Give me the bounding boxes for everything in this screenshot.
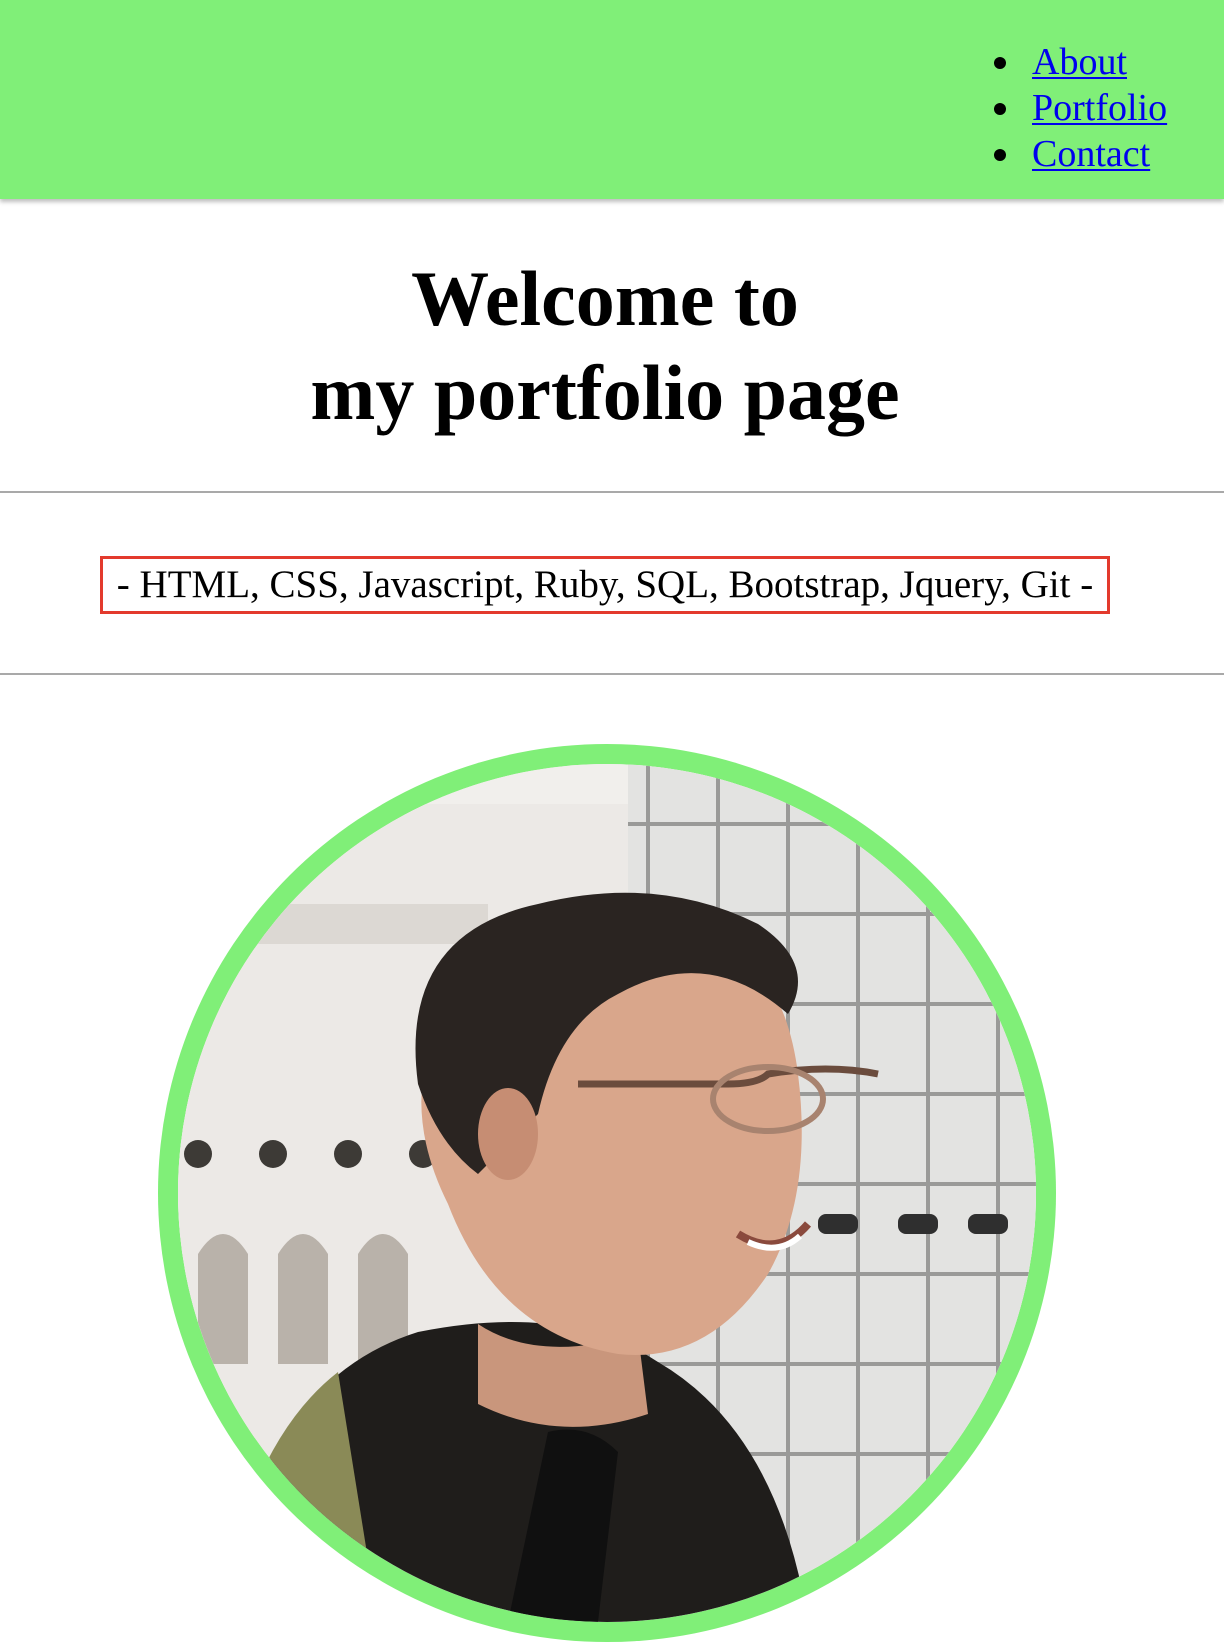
about-link[interactable]: About [1032, 41, 1127, 83]
nav-item-contact: Contact [993, 131, 1167, 177]
divider-top [0, 491, 1224, 493]
page-title: Welcome to my portfolio page [0, 252, 1210, 440]
page-title-line-2: my portfolio page [310, 349, 900, 436]
nav-item-about: About [993, 39, 1167, 85]
divider-bottom [0, 673, 1224, 675]
contact-link[interactable]: Contact [1032, 133, 1150, 175]
portfolio-link[interactable]: Portfolio [1032, 87, 1167, 129]
main-nav: About Portfolio Contact [993, 39, 1167, 177]
site-header: About Portfolio Contact [0, 0, 1224, 199]
profile-photo-frame [158, 744, 1056, 1642]
profile-photo [178, 764, 1036, 1622]
nav-item-portfolio: Portfolio [993, 85, 1167, 131]
profile-photo-illustration [178, 764, 1036, 1622]
skills-list: - HTML, CSS, Javascript, Ruby, SQL, Boot… [100, 556, 1110, 614]
page-title-line-1: Welcome to [411, 255, 799, 342]
